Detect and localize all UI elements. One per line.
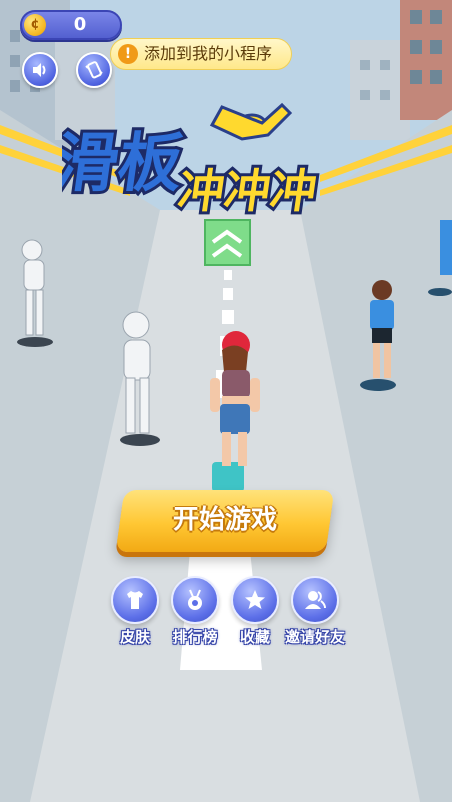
add-mini-program-label: 添加到我的小程序 xyxy=(144,44,273,63)
invite-friends-label: 邀请好友 xyxy=(284,628,345,646)
speaker-icon xyxy=(33,63,46,77)
friends-icon xyxy=(305,591,326,609)
skin-button[interactable] xyxy=(111,576,159,624)
medal-icon xyxy=(188,589,202,610)
coin-count: 0 xyxy=(73,14,87,35)
start-game-label: 开始游戏 xyxy=(172,505,277,535)
phone-vibrate-icon xyxy=(85,61,103,79)
vibration-button[interactable] xyxy=(76,52,112,88)
tshirt-icon xyxy=(127,591,143,609)
favorite-button[interactable] xyxy=(231,576,279,624)
sound-button[interactable] xyxy=(22,52,58,88)
star-icon xyxy=(245,590,265,609)
title-line2: 冲冲冲 xyxy=(175,164,321,218)
invite-friends-button[interactable] xyxy=(291,576,339,624)
title-line1: 滑板 xyxy=(62,126,188,201)
skater-silhouette-icon xyxy=(209,102,293,141)
game-screen: ¢ 0 ! 添加到我的小程序 滑板 冲冲冲 开始游戏 皮肤 排行榜 收藏 邀请好… xyxy=(0,0,452,802)
game-title-logo: 滑板 冲冲冲 xyxy=(46,95,392,225)
alert-icon: ! xyxy=(118,44,138,64)
coin-icon: ¢ xyxy=(24,14,46,36)
leaderboard-button[interactable] xyxy=(171,576,219,624)
